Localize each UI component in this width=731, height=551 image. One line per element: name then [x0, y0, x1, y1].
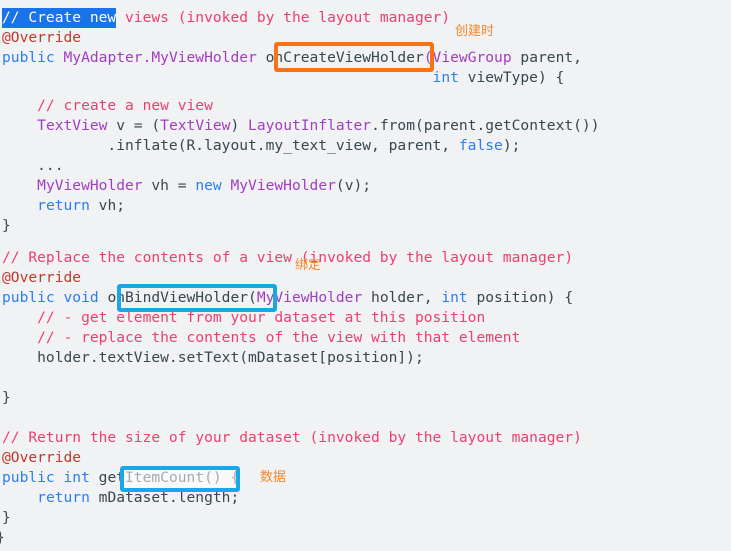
code-line[interactable]: int viewType) { [0, 68, 731, 88]
code-line[interactable]: // Return the size of your dataset (invo… [0, 428, 731, 448]
code-line-text: // - get element from your dataset at th… [2, 309, 486, 326]
code-line[interactable]: } [0, 388, 731, 408]
code-line-text: } [2, 389, 11, 406]
method-name-getitemcount: getItemCount() [98, 469, 222, 486]
code-line[interactable]: MyViewHolder vh = new MyViewHolder(v); [0, 176, 731, 196]
code-line-text: } [2, 509, 11, 526]
method-name-onbindviewholder: onBindViewHolder( [107, 289, 257, 306]
code-line[interactable]: @Override [0, 28, 731, 48]
code-line[interactable]: // Replace the contents of a view (invok… [0, 248, 731, 268]
note-create-time: 创建时 [455, 24, 495, 39]
code-line-text: // - replace the contents of the view wi… [2, 329, 521, 346]
code-line-text: // Replace the contents of a view (invok… [2, 249, 574, 266]
code-line[interactable]: return vh; [0, 196, 731, 216]
code-line-text: @Override [2, 449, 82, 466]
code-line-text: } [0, 528, 5, 548]
code-line-text: } [2, 217, 11, 234]
code-line[interactable]: @Override [0, 448, 731, 468]
code-line[interactable]: // - get element from your dataset at th… [0, 308, 731, 328]
code-line[interactable]: } [0, 216, 731, 236]
code-line[interactable]: .inflate(R.layout.my_text_view, parent, … [0, 136, 731, 156]
code-line[interactable]: ... [0, 156, 731, 176]
code-line-text: @Override [2, 269, 82, 286]
code-line-text: views (invoked by the layout manager) [116, 9, 451, 26]
code-line[interactable]: } [0, 508, 731, 528]
code-editor-surface[interactable]: // Create new views (invoked by the layo… [0, 0, 731, 551]
code-line-text: ... [2, 157, 64, 174]
code-line[interactable]: return mDataset.length; [0, 488, 731, 508]
method-name-oncreateviewholder: onCreateViewHolder [265, 49, 424, 66]
code-line-text: holder.textView.setText(mDataset[positio… [2, 349, 424, 366]
text-selection[interactable]: // Create new [2, 8, 117, 28]
code-screenshot: // Create new views (invoked by the layo… [0, 0, 731, 551]
code-line[interactable]: holder.textView.setText(mDataset[positio… [0, 348, 731, 368]
note-data: 数据 [260, 470, 287, 485]
code-line[interactable]: public int getItemCount() { [0, 468, 731, 488]
code-line[interactable]: public void onBindViewHolder(MyViewHolde… [0, 288, 731, 308]
code-line[interactable]: // create a new view [0, 96, 731, 116]
code-line-text: // Return the size of your dataset (invo… [2, 429, 582, 446]
note-bind: 绑定 [295, 258, 322, 273]
code-line[interactable]: // Create new views (invoked by the layo… [0, 8, 731, 28]
code-line[interactable]: public MyAdapter.MyViewHolder onCreateVi… [0, 48, 731, 68]
code-line-text: @Override [2, 29, 82, 46]
code-line[interactable]: } [0, 528, 731, 548]
code-line[interactable]: TextView v = (TextView) LayoutInflater.f… [0, 116, 731, 136]
code-line[interactable]: @Override [0, 268, 731, 288]
code-line[interactable]: // - replace the contents of the view wi… [0, 328, 731, 348]
code-line-text: // create a new view [2, 97, 213, 114]
